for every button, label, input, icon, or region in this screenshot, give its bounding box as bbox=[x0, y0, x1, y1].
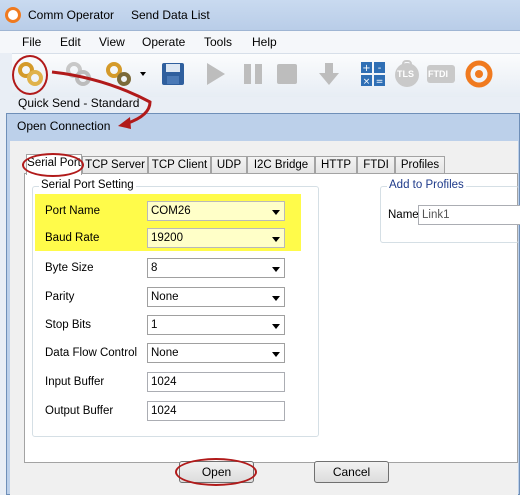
dialog-title: Open Connection bbox=[17, 119, 111, 133]
annotation-circle-serial-tab bbox=[22, 153, 84, 177]
open-connection-dialog: Open Connection Serial Port TCP Server T… bbox=[6, 113, 520, 495]
byte-size-value: 8 bbox=[151, 262, 158, 274]
port-name-combo[interactable]: COM26 bbox=[147, 201, 285, 221]
chevron-down-icon bbox=[272, 352, 280, 357]
input-buffer-field[interactable]: 1024 bbox=[147, 372, 285, 392]
data-flow-control-label: Data Flow Control bbox=[45, 347, 138, 359]
output-buffer-value: 1024 bbox=[151, 405, 177, 417]
parity-label: Parity bbox=[45, 291, 75, 303]
byte-size-label: Byte Size bbox=[45, 262, 94, 274]
annotation-circle-open bbox=[175, 458, 257, 486]
port-name-label: Port Name bbox=[45, 205, 100, 217]
menu-bar: File Edit View Operate Tools Help bbox=[0, 31, 520, 53]
stop-bits-label: Stop Bits bbox=[45, 319, 92, 331]
app-logo-icon[interactable] bbox=[464, 59, 494, 89]
tab-i2c-bridge[interactable]: I2C Bridge bbox=[247, 156, 315, 174]
stop-bits-combo[interactable]: 1 bbox=[147, 315, 285, 335]
tab-ftdi[interactable]: FTDI bbox=[357, 156, 395, 174]
toolbar: + - × = TLS FTDI bbox=[12, 53, 520, 97]
tls-icon[interactable]: TLS bbox=[392, 59, 422, 89]
annotation-circle-quick-send bbox=[12, 55, 48, 95]
download-icon[interactable] bbox=[314, 59, 344, 89]
menu-help[interactable]: Help bbox=[252, 35, 277, 49]
document-title: Send Data List bbox=[131, 8, 210, 22]
save-icon[interactable] bbox=[158, 59, 188, 89]
menu-edit[interactable]: Edit bbox=[60, 35, 81, 49]
svg-text:×: × bbox=[363, 77, 371, 87]
svg-text:+: + bbox=[362, 63, 370, 74]
data-flow-control-combo[interactable]: None bbox=[147, 343, 285, 363]
dialog-client-area: Serial Port TCP Server TCP Client UDP I2… bbox=[10, 141, 520, 495]
menu-operate[interactable]: Operate bbox=[142, 35, 185, 49]
main-title-bar: Comm Operator Send Data List bbox=[0, 0, 520, 31]
serial-port-setting-group: Serial Port Setting Port Name COM26 Baud… bbox=[32, 179, 319, 437]
input-buffer-value: 1024 bbox=[151, 376, 177, 388]
chevron-down-icon bbox=[272, 237, 280, 242]
menu-view[interactable]: View bbox=[99, 35, 125, 49]
connect-icon[interactable] bbox=[64, 59, 94, 89]
chevron-down-icon[interactable] bbox=[140, 72, 146, 76]
baud-rate-label: Baud Rate bbox=[45, 232, 100, 244]
parity-combo[interactable]: None bbox=[147, 287, 285, 307]
stop-bits-value: 1 bbox=[151, 319, 158, 331]
tls-label: TLS bbox=[397, 69, 414, 79]
output-buffer-label: Output Buffer bbox=[45, 405, 114, 417]
serial-group-caption: Serial Port Setting bbox=[39, 179, 136, 191]
data-flow-control-value: None bbox=[151, 347, 179, 359]
port-name-value: COM26 bbox=[151, 205, 191, 217]
app-title: Comm Operator bbox=[28, 8, 115, 22]
add-to-profiles-group: Add to Profiles Name Link1 bbox=[380, 179, 520, 243]
baud-rate-combo[interactable]: 19200 bbox=[147, 228, 285, 248]
chevron-down-icon bbox=[272, 267, 280, 272]
app-logo-icon bbox=[5, 7, 21, 23]
chevron-down-icon bbox=[272, 296, 280, 301]
tab-http[interactable]: HTTP bbox=[315, 156, 357, 174]
tab-tcp-client[interactable]: TCP Client bbox=[148, 156, 211, 174]
chevron-down-icon bbox=[272, 210, 280, 215]
menu-file[interactable]: File bbox=[22, 35, 41, 49]
chevron-down-icon bbox=[272, 324, 280, 329]
cancel-button[interactable]: Cancel bbox=[314, 461, 389, 483]
profile-name-value: Link1 bbox=[422, 209, 450, 221]
profile-name-label: Name bbox=[388, 209, 419, 221]
byte-size-combo[interactable]: 8 bbox=[147, 258, 285, 278]
tab-udp[interactable]: UDP bbox=[211, 156, 247, 174]
quick-send-label: Quick Send - Standard bbox=[18, 96, 140, 110]
input-buffer-label: Input Buffer bbox=[45, 376, 105, 388]
tab-profiles[interactable]: Profiles bbox=[395, 156, 445, 174]
pause-icon[interactable] bbox=[238, 59, 268, 89]
ftdi-label: FTDI bbox=[428, 69, 448, 79]
profiles-group-caption: Add to Profiles bbox=[387, 179, 466, 191]
output-buffer-field[interactable]: 1024 bbox=[147, 401, 285, 421]
play-icon[interactable] bbox=[200, 59, 230, 89]
stop-icon[interactable] bbox=[272, 59, 302, 89]
ftdi-icon[interactable]: FTDI bbox=[426, 59, 456, 89]
profile-name-field[interactable]: Link1 bbox=[418, 205, 520, 225]
baud-rate-value: 19200 bbox=[151, 232, 183, 244]
svg-text:-: - bbox=[378, 63, 382, 74]
disconnect-icon[interactable] bbox=[104, 59, 134, 89]
menu-tools[interactable]: Tools bbox=[204, 35, 232, 49]
screen: Comm Operator Send Data List File Edit V… bbox=[0, 0, 520, 495]
svg-text:=: = bbox=[376, 77, 384, 87]
calculator-icon[interactable]: + - × = bbox=[358, 59, 388, 89]
serial-port-page: Serial Port Setting Port Name COM26 Baud… bbox=[24, 173, 520, 463]
tab-tcp-server[interactable]: TCP Server bbox=[82, 156, 148, 174]
parity-value: None bbox=[151, 291, 179, 303]
